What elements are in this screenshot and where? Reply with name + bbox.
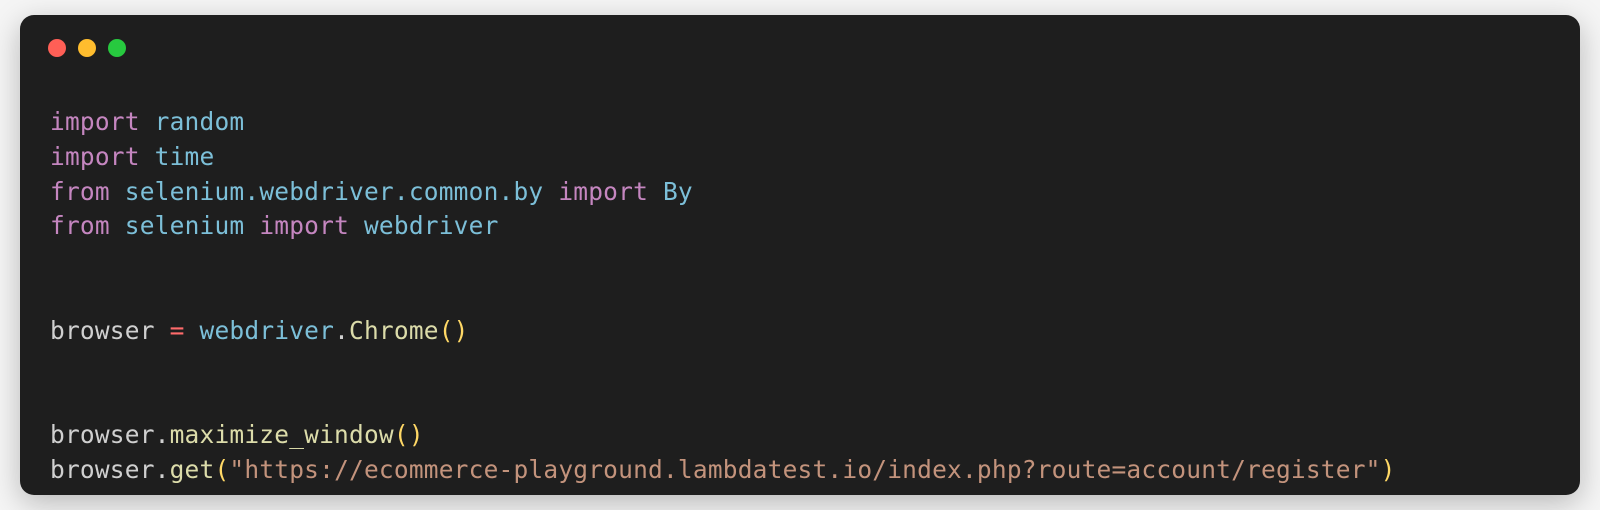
keyword-import: import bbox=[50, 107, 140, 136]
code-line: browser.get("https://ecommerce-playgroun… bbox=[50, 455, 1396, 484]
dot: . bbox=[334, 316, 349, 345]
object-webdriver: webdriver bbox=[200, 316, 335, 345]
object-browser: browser bbox=[50, 420, 155, 449]
zoom-icon[interactable] bbox=[108, 39, 126, 57]
variable-browser: browser bbox=[50, 316, 155, 345]
dot: . bbox=[155, 455, 170, 484]
object-browser: browser bbox=[50, 455, 155, 484]
operator-assign: = bbox=[170, 316, 185, 345]
close-icon[interactable] bbox=[48, 39, 66, 57]
keyword-import: import bbox=[259, 211, 349, 240]
minimize-icon[interactable] bbox=[78, 39, 96, 57]
import-name: webdriver bbox=[364, 211, 499, 240]
module-random: random bbox=[155, 107, 245, 136]
keyword-from: from bbox=[50, 177, 110, 206]
keyword-import: import bbox=[558, 177, 648, 206]
code-line: import random bbox=[50, 107, 244, 136]
code-line: from selenium.webdriver.common.by import… bbox=[50, 177, 693, 206]
keyword-import: import bbox=[50, 142, 140, 171]
call-chrome: Chrome bbox=[349, 316, 439, 345]
paren: () bbox=[394, 420, 424, 449]
module-time: time bbox=[155, 142, 215, 171]
module-path: selenium.webdriver.common.by bbox=[125, 177, 544, 206]
paren-close: ) bbox=[1381, 455, 1396, 484]
module-path: selenium bbox=[125, 211, 245, 240]
dot: . bbox=[155, 420, 170, 449]
window-controls bbox=[48, 39, 126, 57]
code-block: import random import time from selenium.… bbox=[20, 15, 1580, 495]
paren-open: ( bbox=[214, 455, 229, 484]
code-line: browser = webdriver.Chrome() bbox=[50, 316, 469, 345]
keyword-from: from bbox=[50, 211, 110, 240]
call-get: get bbox=[170, 455, 215, 484]
code-line: browser.maximize_window() bbox=[50, 420, 424, 449]
string-url: "https://ecommerce-playground.lambdatest… bbox=[229, 455, 1380, 484]
import-name: By bbox=[663, 177, 693, 206]
code-window: import random import time from selenium.… bbox=[20, 15, 1580, 495]
call-maximize: maximize_window bbox=[170, 420, 394, 449]
paren: () bbox=[439, 316, 469, 345]
code-line: from selenium import webdriver bbox=[50, 211, 499, 240]
code-line: import time bbox=[50, 142, 214, 171]
